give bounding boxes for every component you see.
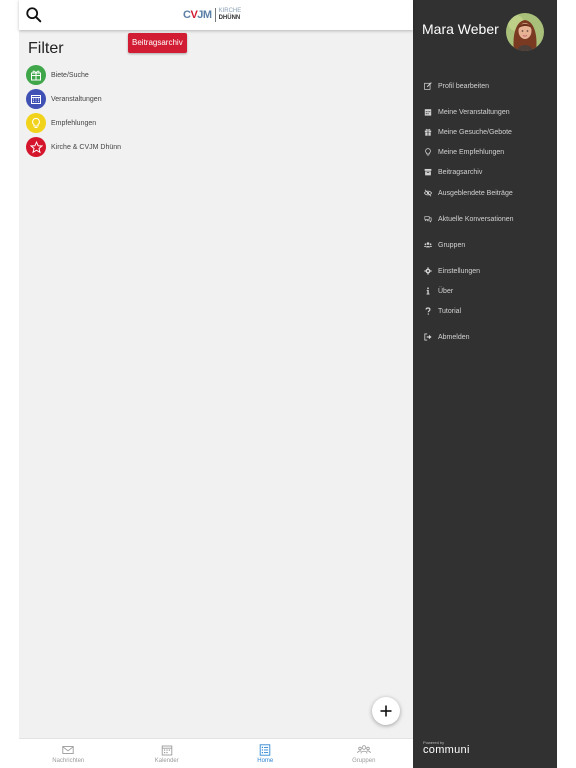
filter-item-biete-suche[interactable]: Biete/Suche xyxy=(26,63,121,87)
sign-out-icon xyxy=(424,333,432,341)
logo-divider xyxy=(214,8,216,22)
bottom-tab-bar: Nachrichten Kalender Home Gruppen xyxy=(19,738,413,768)
info-icon xyxy=(424,287,432,295)
archive-icon xyxy=(424,168,432,176)
menu-einstellungen[interactable]: Einstellungen xyxy=(424,265,480,277)
archive-tooltip-button[interactable]: Beitragsarchiv xyxy=(128,33,187,53)
filter-item-label: Biete/Suche xyxy=(51,71,89,79)
menu-label: Meine Veranstaltungen xyxy=(438,108,510,116)
menu-meine-veranstaltungen[interactable]: Meine Veranstaltungen xyxy=(424,106,510,118)
question-icon xyxy=(424,307,432,315)
logo-mark: CVJM xyxy=(183,9,212,21)
menu-label: Meine Gesuche/Gebote xyxy=(438,128,512,136)
logo-text: KIRCHE DHÜNN xyxy=(219,8,242,22)
filter-item-label: Veranstaltungen xyxy=(51,95,102,103)
tab-kalender[interactable]: Kalender xyxy=(118,739,217,768)
app-root: CVJM KIRCHE DHÜNN Beitragsarchiv Filter … xyxy=(0,0,576,768)
filter-list: Biete/Suche Veranstaltungen Empfehlungen… xyxy=(26,63,121,159)
tab-label: Kalender xyxy=(154,757,179,764)
menu-meine-gesuche-gebote[interactable]: Meine Gesuche/Gebote xyxy=(424,126,512,138)
avatar[interactable] xyxy=(506,13,544,51)
menu-meine-empfehlungen[interactable]: Meine Empfehlungen xyxy=(424,146,504,158)
logo-line-1: KIRCHE xyxy=(218,8,242,14)
menu-profil-bearbeiten[interactable]: Profil bearbeiten xyxy=(424,80,489,92)
lightbulb-icon xyxy=(26,113,46,133)
calendar-icon xyxy=(161,745,173,755)
top-bar: CVJM KIRCHE DHÜNN xyxy=(19,0,413,30)
menu-ueber[interactable]: Über xyxy=(424,285,453,297)
menu-beitragsarchiv[interactable]: Beitragsarchiv xyxy=(424,166,482,178)
app-logo: CVJM KIRCHE DHÜNN xyxy=(183,6,251,24)
menu-label: Meine Empfehlungen xyxy=(438,148,505,156)
menu-label: Aktuelle Konversationen xyxy=(438,215,514,223)
group-icon xyxy=(356,744,371,754)
menu-label: Abmelden xyxy=(438,333,470,341)
users-icon xyxy=(424,241,432,249)
menu-gruppen[interactable]: Gruppen xyxy=(424,239,465,251)
menu-label: Profil bearbeiten xyxy=(438,82,489,90)
filter-title: Filter xyxy=(28,40,64,57)
menu-ausgeblendete-beitraege[interactable]: Ausgeblendete Beiträge xyxy=(424,187,513,199)
powered-by-logo: Powered by communi xyxy=(423,740,470,756)
tab-label: Nachrichten xyxy=(52,757,85,764)
gear-icon xyxy=(424,267,432,275)
filter-item-label: Kirche & CVJM Dhünn xyxy=(51,143,122,151)
list-icon xyxy=(260,743,271,756)
lightbulb-icon xyxy=(424,148,432,156)
filter-item-kirche-cvjm[interactable]: Kirche & CVJM Dhünn xyxy=(26,135,121,159)
menu-label: Tutorial xyxy=(438,307,462,315)
filter-item-label: Empfehlungen xyxy=(51,119,97,127)
tab-gruppen[interactable]: Gruppen xyxy=(315,739,414,768)
calendar-icon xyxy=(26,89,46,109)
side-drawer: Mara Weber Profil bearbeiten Meine Veran… xyxy=(413,0,557,768)
edit-icon xyxy=(424,82,432,90)
calendar-icon xyxy=(424,108,432,116)
menu-label: Über xyxy=(438,287,454,295)
gift-icon xyxy=(424,128,432,136)
star-icon xyxy=(26,137,46,157)
tab-label: Gruppen xyxy=(352,757,376,764)
filter-item-veranstaltungen[interactable]: Veranstaltungen xyxy=(26,87,121,111)
add-post-button[interactable] xyxy=(372,697,400,725)
menu-aktuelle-konversationen[interactable]: Aktuelle Konversationen xyxy=(424,213,514,225)
menu-label: Ausgeblendete Beiträge xyxy=(438,189,513,197)
menu-label: Beitragsarchiv xyxy=(438,168,483,176)
profile-photo xyxy=(506,13,544,51)
tab-label: Home xyxy=(257,757,274,764)
menu-label: Gruppen xyxy=(438,241,466,249)
comments-icon xyxy=(424,215,432,223)
right-margin xyxy=(557,0,576,768)
search-icon[interactable] xyxy=(25,6,43,24)
brand-name: communi xyxy=(423,744,470,756)
menu-abmelden[interactable]: Abmelden xyxy=(424,331,470,343)
user-name: Mara Weber xyxy=(422,21,499,37)
tab-nachrichten[interactable]: Nachrichten xyxy=(19,739,118,768)
menu-label: Einstellungen xyxy=(438,267,481,275)
main-panel: CVJM KIRCHE DHÜNN Beitragsarchiv Filter … xyxy=(19,0,413,768)
filter-item-empfehlungen[interactable]: Empfehlungen xyxy=(26,111,121,135)
gift-icon xyxy=(26,65,46,85)
eye-slash-icon xyxy=(424,189,432,197)
tab-home[interactable]: Home xyxy=(216,739,315,768)
menu-tutorial[interactable]: Tutorial xyxy=(424,305,461,317)
plus-icon xyxy=(380,705,392,717)
envelope-icon xyxy=(62,745,74,754)
logo-line-2: DHÜNN xyxy=(218,15,241,21)
